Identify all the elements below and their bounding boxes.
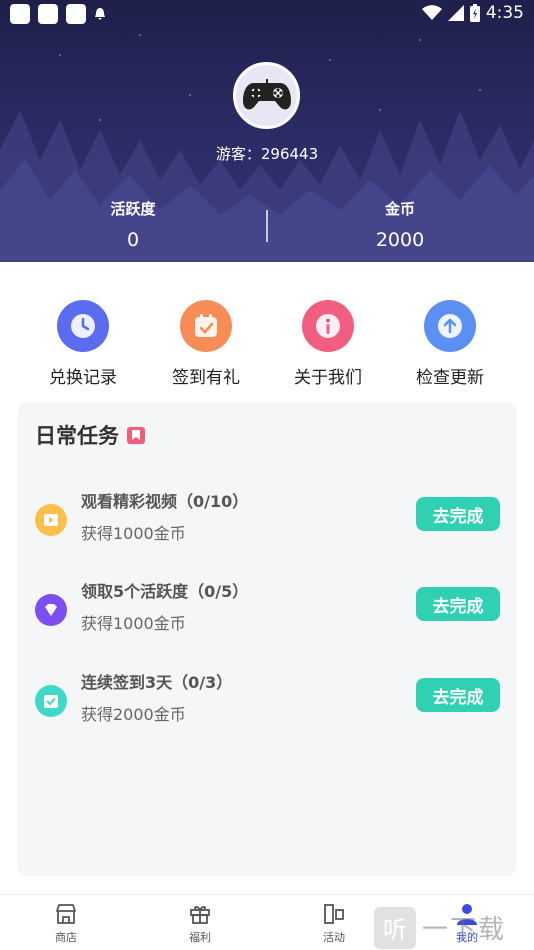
info-icon [302, 300, 354, 352]
check-update-label: 检查更新 [416, 368, 484, 388]
sign-in-gift-button[interactable]: 签到有礼 [146, 300, 266, 388]
app-notification-icon [10, 4, 30, 24]
avatar[interactable] [233, 62, 300, 129]
stat-coins-value: 2000 [375, 229, 425, 251]
gift-icon [187, 901, 213, 927]
exchange-records-button[interactable]: 兑换记录 [23, 300, 143, 388]
wifi-icon [421, 5, 442, 20]
stat-activity: 活跃度 0 [33, 198, 233, 251]
stat-activity-value: 0 [126, 229, 140, 251]
task-reward: 获得2000金币 [81, 705, 186, 724]
gamepad-icon [242, 78, 291, 109]
status-bar: 4:35 [0, 0, 534, 28]
profile-header: 4:35 游客：296443 活跃度 0 金币 2000 [0, 0, 534, 262]
tab-activity[interactable]: 活动 [304, 901, 364, 945]
about-us-button[interactable]: 关于我们 [268, 300, 388, 388]
calendar-check-icon [35, 685, 67, 717]
task-complete-button[interactable]: 去完成 [416, 678, 500, 712]
tab-welfare-label: 福利 [189, 931, 211, 944]
watermark-badge: 听 [374, 906, 416, 949]
watermark-text: 一下载 [422, 915, 507, 945]
stat-coins: 金币 2000 [300, 198, 500, 251]
task-item: 领取5个活跃度（0/5） 获得1000金币 去完成 [17, 576, 517, 646]
exchange-records-label: 兑换记录 [49, 368, 117, 388]
tab-store[interactable]: 商店 [36, 901, 96, 945]
tab-store-label: 商店 [55, 931, 77, 944]
activity-icon [321, 901, 347, 927]
store-icon [53, 901, 79, 927]
task-complete-button[interactable]: 去完成 [416, 587, 500, 621]
tab-welfare[interactable]: 福利 [170, 901, 230, 945]
bell-icon [95, 8, 105, 20]
clock-icon [57, 300, 109, 352]
app-notification-icon [38, 4, 58, 24]
diamond-icon [35, 594, 67, 626]
task-reward: 获得1000金币 [81, 524, 186, 543]
username: 游客：296443 [215, 145, 319, 163]
task-item: 观看精彩视频（0/10） 获得1000金币 去完成 [17, 486, 517, 556]
check-update-button[interactable]: 检查更新 [390, 300, 510, 388]
quick-actions: 兑换记录 签到有礼 关于我们 检查更新 [0, 262, 534, 397]
battery-icon [469, 4, 480, 22]
task-reward: 获得1000金币 [81, 614, 186, 633]
tab-activity-label: 活动 [323, 931, 345, 944]
page: 4:35 游客：296443 活跃度 0 金币 2000 兑换记录 签到有礼 关… [0, 0, 534, 950]
sign-in-gift-label: 签到有礼 [172, 368, 240, 388]
stats-divider [266, 210, 268, 242]
task-complete-button[interactable]: 去完成 [416, 497, 500, 531]
task-name: 观看精彩视频（0/10） [81, 492, 249, 511]
about-us-label: 关于我们 [294, 368, 362, 388]
daily-tasks-title-text: 日常任务 [35, 424, 119, 448]
daily-tasks-card: 日常任务 观看精彩视频（0/10） 获得1000金币 去完成 领取5个活跃度（0… [17, 402, 517, 876]
stat-coins-label: 金币 [384, 200, 415, 218]
task-name: 连续签到3天（0/3） [81, 673, 233, 692]
watermark-logo: 听 一下载 [374, 905, 534, 950]
app-notification-icon [66, 4, 86, 24]
calendar-check-icon [180, 300, 232, 352]
upload-arrow-icon [424, 300, 476, 352]
bookmark-icon [127, 426, 145, 444]
stat-activity-label: 活跃度 [110, 200, 156, 218]
system-indicators: 4:35 [421, 3, 524, 23]
notification-icons [10, 4, 106, 24]
video-play-icon [35, 504, 67, 536]
task-item: 连续签到3天（0/3） 获得2000金币 去完成 [17, 667, 517, 737]
status-time: 4:35 [485, 3, 524, 23]
daily-tasks-title: 日常任务 [35, 420, 145, 450]
task-name: 领取5个活跃度（0/5） [81, 582, 249, 601]
signal-icon [447, 5, 464, 21]
